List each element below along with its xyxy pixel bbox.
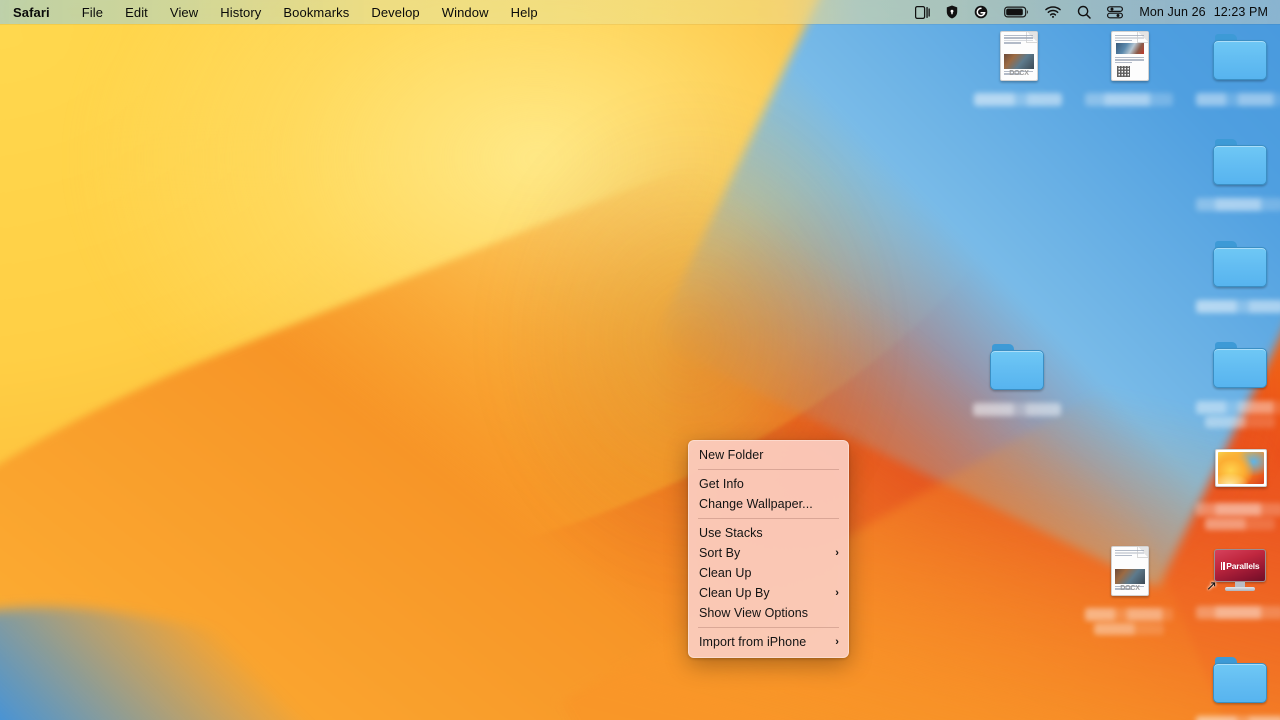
desktop-icon-label-redacted [1196, 401, 1280, 414]
context-menu-item-use-stacks[interactable]: Use Stacks [689, 523, 848, 543]
folder-icon [1211, 135, 1269, 193]
context-menu-item-clean-up-by[interactable]: Clean Up By › [689, 583, 848, 603]
menu-item-history[interactable]: History [209, 3, 272, 22]
shield-vpn-icon[interactable] [946, 3, 958, 21]
context-menu-label: Clean Up [699, 566, 752, 580]
menu-item-window[interactable]: Window [431, 3, 500, 22]
folder-icon [1211, 30, 1269, 88]
image-file-icon [1211, 440, 1269, 498]
context-menu-label: Get Info [699, 477, 744, 491]
wifi-icon[interactable] [1045, 3, 1062, 21]
desktop-icon-label-redacted [1085, 608, 1173, 621]
desktop-icon-label-redacted [1196, 93, 1280, 106]
menu-item-file[interactable]: File [71, 3, 114, 22]
desktop-icon-folder-5[interactable] [1192, 653, 1280, 720]
desktop-icon-label-redacted [1196, 300, 1280, 313]
context-menu-item-show-view-options[interactable]: Show View Options [689, 603, 848, 623]
desktop-icon-label-redacted [1085, 93, 1173, 106]
desktop-icon-label-redacted [974, 93, 1062, 106]
desktop-icon-label-redacted [1196, 198, 1280, 211]
desktop-icon-document-2[interactable] [1081, 30, 1177, 106]
menu-bar-items: Safari File Edit View History Bookmarks … [13, 3, 549, 22]
menu-bar-clock[interactable]: Mon Jun 26 12:23 PM [1139, 5, 1268, 19]
folder-icon [1211, 653, 1269, 711]
parallels-desktop-icon: Parallels ↗ [1206, 543, 1269, 601]
context-menu-separator-3 [698, 627, 839, 628]
context-menu-label: Sort By [699, 546, 741, 560]
desktop-context-menu: New Folder Get Info Change Wallpaper... … [688, 440, 849, 658]
context-menu-label: Import from iPhone [699, 635, 807, 649]
context-menu-item-new-folder[interactable]: New Folder [689, 445, 848, 465]
desktop-icon-label-redacted [1196, 503, 1280, 516]
alias-arrow-icon: ↗ [1206, 578, 1217, 593]
context-menu-separator-2 [698, 518, 839, 519]
desktop-icon-label-redacted-line2 [1205, 416, 1275, 428]
desktop-icon-label-redacted [1196, 716, 1280, 720]
context-menu-item-change-wallpaper[interactable]: Change Wallpaper... [689, 494, 848, 514]
desktop-icon-folder-3[interactable] [1192, 237, 1280, 313]
context-menu-label: New Folder [699, 448, 764, 462]
screen-mirroring-icon[interactable] [915, 3, 931, 21]
context-menu-label: Change Wallpaper... [699, 497, 813, 511]
menu-item-develop[interactable]: Develop [360, 3, 430, 22]
desktop-icon-label-redacted [1196, 606, 1280, 619]
desktop-icon-parallels-alias[interactable]: Parallels ↗ [1192, 543, 1280, 619]
menu-bar: Safari File Edit View History Bookmarks … [0, 0, 1280, 24]
context-menu-item-clean-up[interactable]: Clean Up [689, 563, 848, 583]
desktop-icon-document-3[interactable]: DOCX [1081, 545, 1177, 635]
desktop-icon-folder-4[interactable] [1192, 338, 1280, 428]
folder-icon [988, 340, 1046, 398]
menu-item-bookmarks[interactable]: Bookmarks [272, 3, 360, 22]
search-spotlight-icon[interactable] [1077, 3, 1092, 21]
context-menu-label: Clean Up By [699, 586, 770, 600]
chevron-right-icon: › [835, 586, 839, 599]
desktop-icon-folder-2[interactable] [1192, 135, 1280, 211]
context-menu-label: Use Stacks [699, 526, 763, 540]
docx-file-icon [1100, 30, 1158, 88]
menu-item-help[interactable]: Help [500, 3, 549, 22]
chevron-right-icon: › [835, 546, 839, 559]
control-center-icon[interactable] [1107, 3, 1124, 21]
context-menu-item-sort-by[interactable]: Sort By › [689, 543, 848, 563]
docx-file-icon: DOCX [989, 30, 1047, 88]
desktop-icon-label-redacted [973, 403, 1061, 416]
folder-icon [1211, 338, 1269, 396]
desktop-icon-label-redacted-line2 [1094, 623, 1164, 635]
context-menu-separator-1 [698, 469, 839, 470]
context-menu-item-import-from-iphone[interactable]: Import from iPhone › [689, 632, 848, 652]
desktop-icon-folder-1[interactable] [1192, 30, 1280, 106]
grammarly-icon[interactable] [974, 3, 988, 21]
context-menu-label: Show View Options [699, 606, 809, 620]
menu-bar-date: Mon Jun 26 [1139, 5, 1206, 19]
menu-bar-status-area: Mon Jun 26 12:23 PM [915, 3, 1280, 21]
menu-item-safari[interactable]: Safari [13, 3, 61, 22]
menu-bar-time: 12:23 PM [1213, 5, 1268, 19]
desktop-icon-label-redacted-line2 [1205, 518, 1275, 530]
context-menu-item-get-info[interactable]: Get Info [689, 474, 848, 494]
menu-item-view[interactable]: View [159, 3, 209, 22]
desktop-icon-document-1[interactable]: DOCX [970, 30, 1066, 106]
desktop-icon-image-preview[interactable] [1192, 440, 1280, 530]
battery-icon[interactable] [1004, 3, 1029, 21]
folder-icon [1211, 237, 1269, 295]
desktop-icon-folder-center[interactable] [969, 340, 1065, 416]
desktop-screen: Safari File Edit View History Bookmarks … [0, 0, 1280, 720]
chevron-right-icon: › [835, 635, 839, 648]
docx-file-icon: DOCX [1100, 545, 1158, 603]
menu-item-edit[interactable]: Edit [114, 3, 159, 22]
